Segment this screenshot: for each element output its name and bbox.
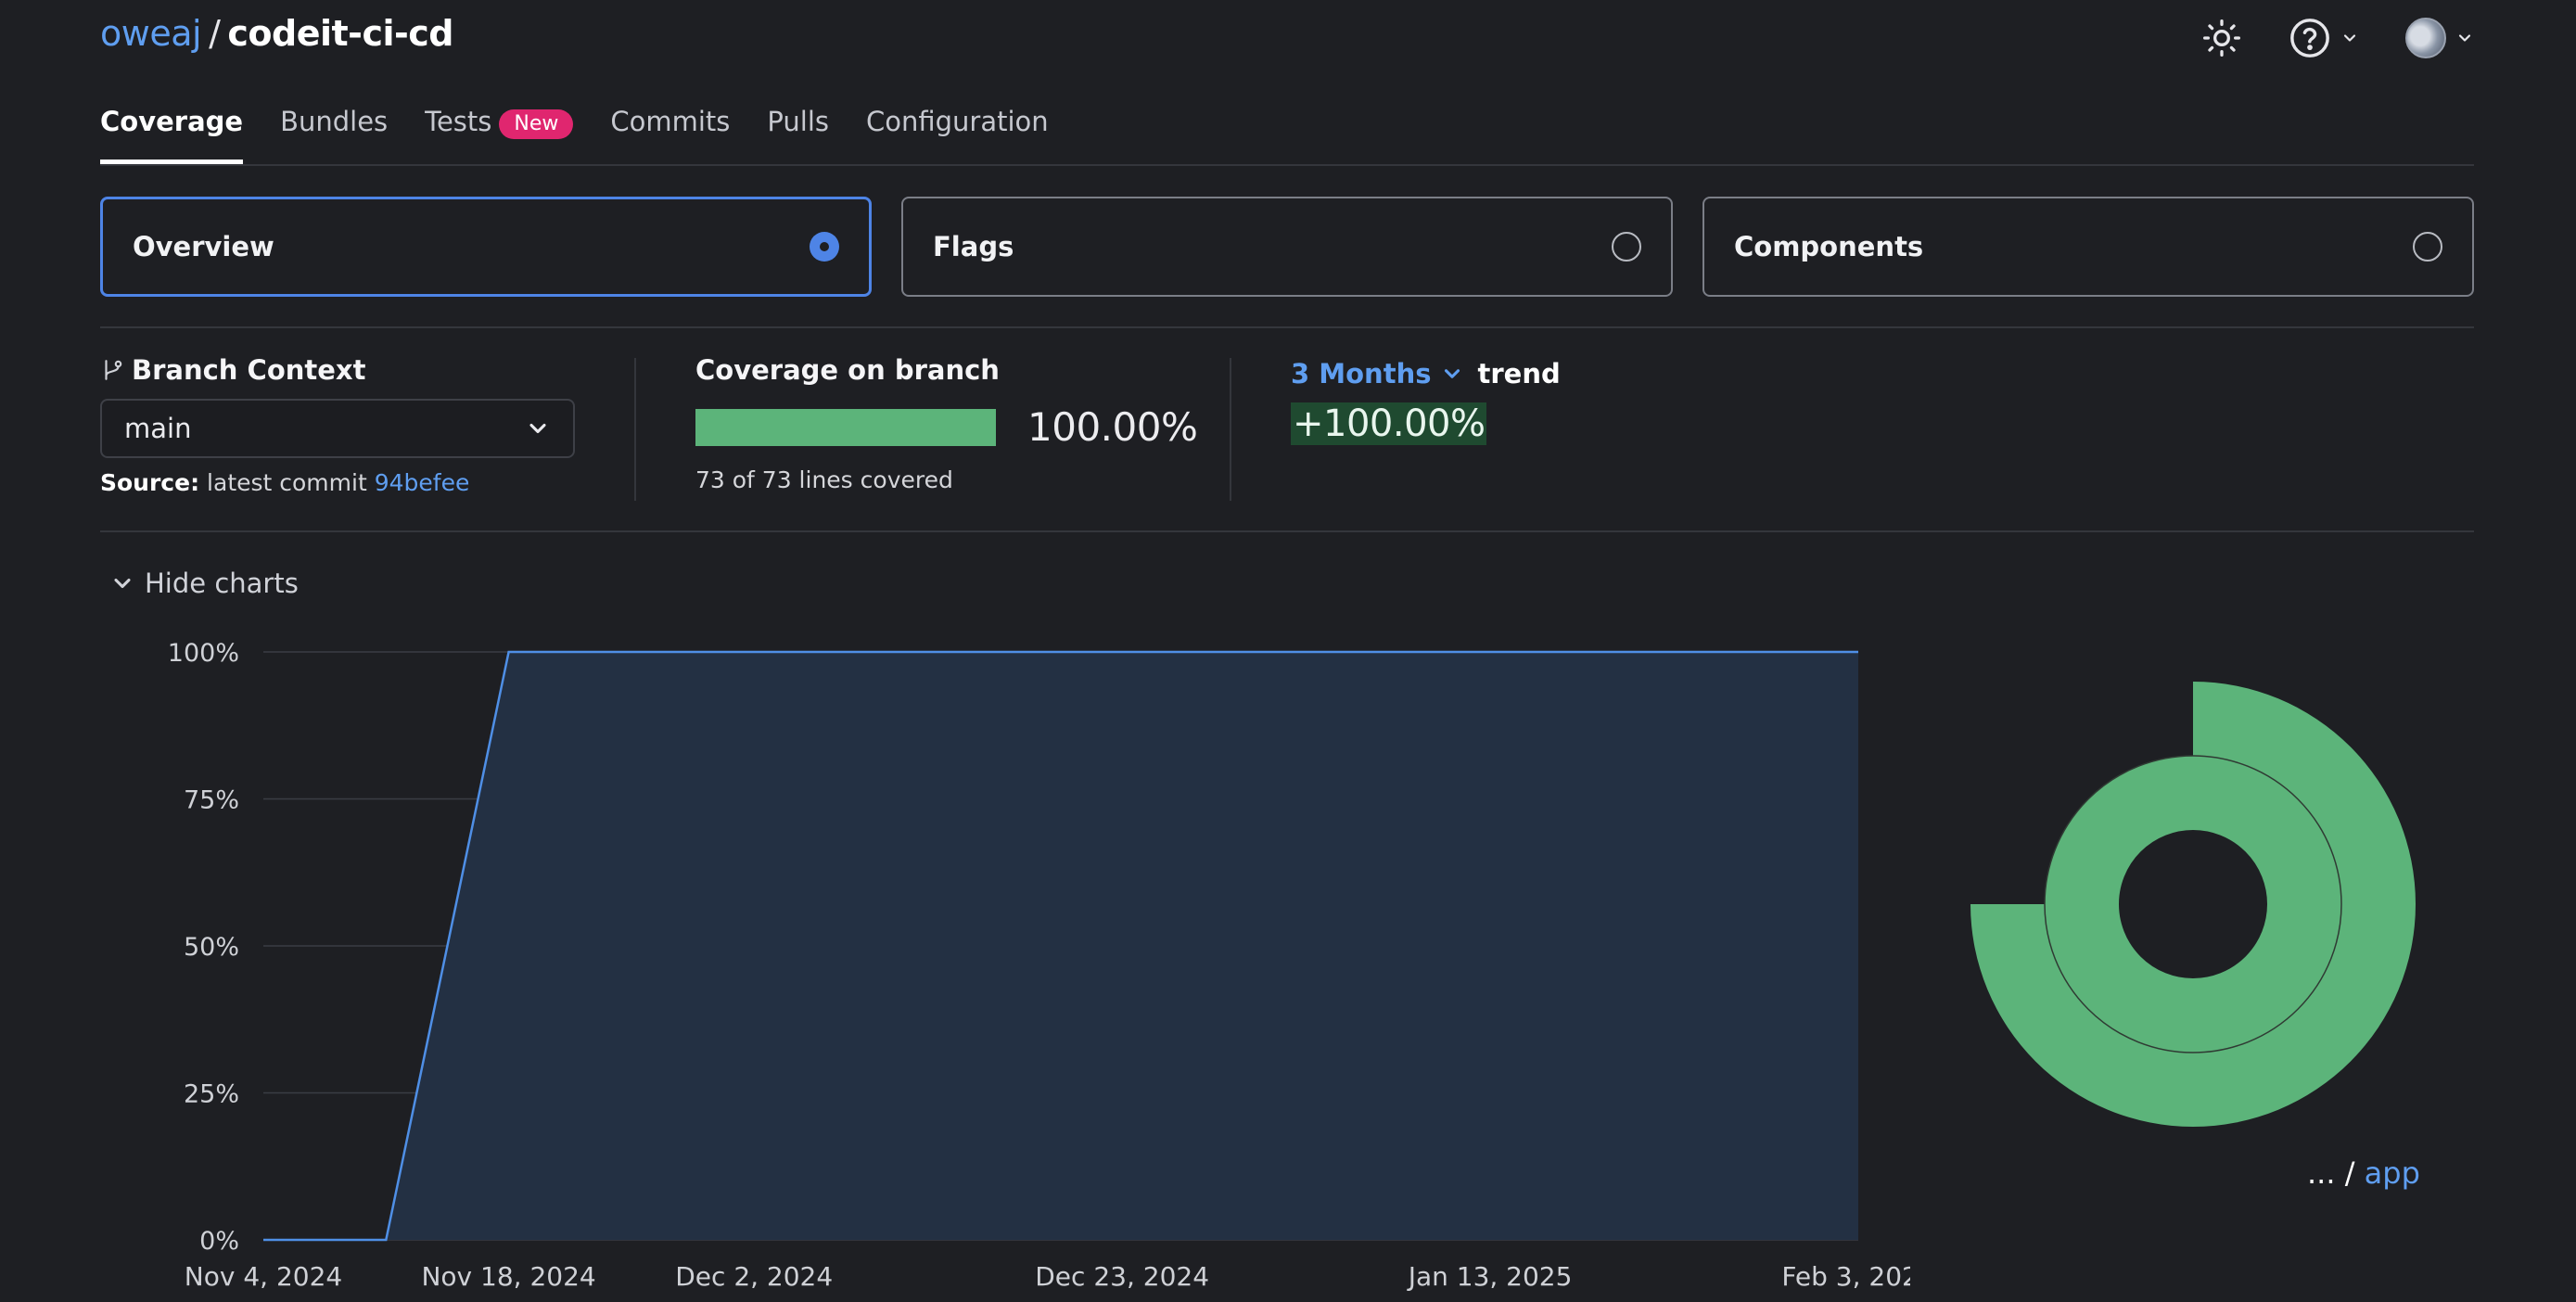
summary-separator	[634, 358, 636, 501]
section-divider	[100, 530, 2474, 532]
header-actions	[2155, 13, 2474, 63]
sunburst-outer-ring[interactable]	[1970, 682, 2416, 1127]
x-tick-label: Dec 2, 2024	[675, 1261, 833, 1292]
help-menu-button[interactable]	[2289, 17, 2359, 59]
radio-selected-icon	[810, 232, 839, 262]
breadcrumb-separator: /	[2344, 1155, 2355, 1191]
view-option-flags[interactable]: Flags	[901, 197, 1673, 297]
user-menu-button[interactable]	[2405, 18, 2474, 58]
y-tick-label: 75%	[184, 786, 239, 815]
chevron-down-icon	[529, 423, 546, 434]
trend-value: +100.00%	[1291, 402, 1487, 445]
repo-separator: /	[209, 13, 221, 54]
commit-link[interactable]: 94befee	[375, 469, 470, 496]
y-tick-label: 25%	[184, 1080, 239, 1109]
summary-separator	[1230, 358, 1231, 501]
coverage-row: 100.00%	[695, 404, 1198, 450]
coverage-progress-bar	[695, 408, 996, 446]
hide-charts-label: Hide charts	[145, 568, 299, 599]
section-divider	[100, 326, 2474, 328]
tabs-divider	[100, 164, 2474, 166]
x-tick-label: Nov 4, 2024	[185, 1261, 342, 1292]
tab-label: Pulls	[767, 106, 829, 137]
repo-owner-link[interactable]: oweaj	[100, 13, 202, 54]
avatar	[2405, 18, 2446, 58]
coverage-area	[263, 652, 1858, 1240]
branch-context-title: Branch Context	[132, 354, 366, 386]
coverage-percent: 100.00%	[1027, 404, 1198, 450]
coverage-heading: Coverage on branch	[695, 354, 1000, 386]
sunburst-breadcrumb: ... / app	[2307, 1155, 2420, 1191]
git-branch-icon	[105, 360, 122, 380]
repo-breadcrumb: oweaj / codeit-ci-cd	[100, 13, 453, 54]
coverage-summary: Coverage on branch 100.00% 73 of 73 line…	[695, 354, 1198, 493]
view-option-components[interactable]: Components	[1702, 197, 2474, 297]
repo-name: codeit-ci-cd	[227, 13, 453, 54]
tab-label: Tests	[425, 106, 492, 137]
trend-period-label: 3 Months	[1291, 358, 1432, 389]
radio-empty-icon	[1612, 232, 1641, 262]
tab-configuration[interactable]: Configuration	[866, 104, 1049, 165]
trend-period-select[interactable]: 3 Months	[1291, 358, 1464, 389]
view-selector: Overview Flags Components	[100, 197, 2474, 297]
coverage-trend-chart: 0% 25% 50% 75% 100% Nov 4, 2024 Nov 18, 2024 D…	[168, 639, 1910, 1292]
breadcrumb-current[interactable]: app	[2365, 1155, 2420, 1191]
x-axis-ticks: Nov 4, 2024 Nov 18, 2024 Dec 2, 2024 Dec 23…	[185, 1261, 1910, 1292]
tab-coverage[interactable]: Coverage	[100, 104, 244, 165]
tab-label: Commits	[610, 106, 731, 137]
coverage-trend: 3 Months trend +100.00%	[1291, 358, 1561, 445]
coverage-lines-covered: 73 of 73 lines covered	[695, 466, 953, 493]
branch-context: Branch Context main Source: latest commi…	[100, 354, 575, 496]
branch-context-heading: Branch Context	[100, 354, 575, 386]
branch-select[interactable]: main	[100, 399, 575, 458]
view-option-overview[interactable]: Overview	[100, 197, 872, 297]
repo-tabs: Coverage Bundles Tests New Commits Pulls …	[100, 104, 1086, 165]
new-badge: New	[499, 109, 574, 139]
branch-source: Source: latest commit 94befee	[100, 469, 575, 496]
trend-heading: 3 Months trend	[1291, 358, 1561, 389]
view-option-label: Components	[1734, 231, 1924, 262]
view-option-label: Flags	[933, 231, 1014, 262]
breadcrumb-root[interactable]: ...	[2307, 1155, 2336, 1191]
theme-toggle-button[interactable]	[2201, 18, 2242, 58]
x-tick-label: Feb 3, 2025	[1781, 1261, 1910, 1292]
x-tick-label: Nov 18, 2024	[421, 1261, 595, 1292]
chevron-down-icon	[2343, 34, 2356, 42]
chevron-down-icon	[1445, 369, 1460, 378]
radio-empty-icon	[2413, 232, 2442, 262]
tab-label: Coverage	[100, 106, 244, 137]
hide-charts-toggle[interactable]: Hide charts	[109, 568, 299, 599]
coverage-page: oweaj / codeit-ci-cd Coverage Bundles Te…	[0, 0, 2576, 1302]
chevron-down-icon	[2458, 34, 2471, 42]
coverage-sunburst-chart[interactable]	[1966, 677, 2429, 1141]
source-text: latest commit	[207, 469, 367, 496]
sun-icon	[2203, 19, 2240, 57]
tab-label: Configuration	[866, 106, 1049, 137]
y-tick-label: 100%	[168, 639, 239, 668]
chevron-down-icon	[114, 578, 131, 589]
x-tick-label: Dec 23, 2024	[1035, 1261, 1209, 1292]
tab-label: Bundles	[280, 106, 389, 137]
y-tick-label: 0%	[199, 1227, 239, 1256]
x-tick-label: Jan 13, 2025	[1407, 1261, 1573, 1292]
source-label: Source:	[100, 469, 200, 496]
y-tick-label: 50%	[184, 933, 239, 962]
y-axis-ticks: 0% 25% 50% 75% 100%	[168, 639, 239, 1256]
tab-commits[interactable]: Commits	[610, 104, 730, 165]
branch-select-value: main	[124, 413, 192, 444]
tab-tests[interactable]: Tests New	[425, 104, 574, 165]
sunburst-inner-ring[interactable]	[2045, 756, 2341, 1053]
tab-bundles[interactable]: Bundles	[280, 104, 388, 165]
trend-label: trend	[1477, 358, 1561, 389]
question-circle-icon	[2290, 19, 2329, 57]
coverage-progress-fill	[695, 408, 996, 446]
tab-pulls[interactable]: Pulls	[767, 104, 829, 165]
view-option-label: Overview	[133, 231, 274, 262]
